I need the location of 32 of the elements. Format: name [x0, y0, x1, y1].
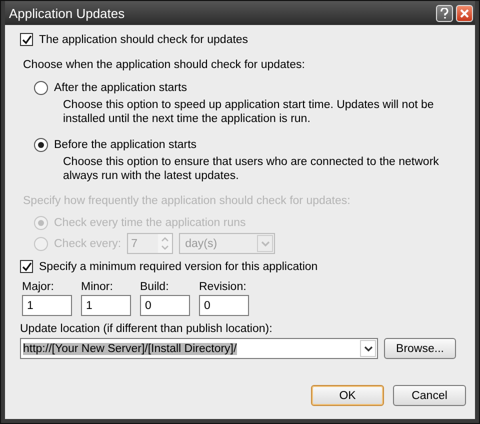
radio-label: Before the application starts: [54, 139, 197, 151]
input-field[interactable]: 0: [199, 295, 249, 316]
checkbox-label: Specify a minimum required version for this application: [39, 260, 318, 272]
browse-button[interactable]: Browse...: [384, 338, 456, 359]
checkbox-label: The application should check for updates: [39, 34, 248, 46]
help-icon[interactable]: [436, 4, 453, 22]
caret-icon: [364, 346, 372, 352]
field-label: Build:: [140, 281, 170, 293]
field-label: Minor:: [81, 281, 114, 293]
section-label: Specify how frequently the application should check for updates:: [23, 195, 350, 207]
input-field[interactable]: 1: [81, 295, 131, 316]
option-description: Choose this option to ensure that users who are connected to the network always run with the latest updates.: [63, 155, 440, 183]
section-label: Choose when the application should check for updates:: [23, 59, 305, 71]
radio-label: After the application starts: [54, 82, 187, 94]
location-combobox[interactable]: http://[Your New Server]/[Install Directory]/: [20, 338, 378, 359]
radio-button[interactable]: [34, 138, 48, 152]
radio-label: Check every time the application runs: [54, 217, 246, 229]
field-label: Revision:: [199, 281, 248, 293]
radio-label: Check every:: [54, 238, 122, 250]
field-label: Major:: [22, 281, 55, 293]
checkbox[interactable]: [20, 33, 33, 46]
window-title: Application Updates: [9, 6, 125, 20]
checkbox[interactable]: [20, 260, 33, 273]
input-field[interactable]: 0: [140, 295, 190, 316]
radio-button[interactable]: [34, 81, 48, 95]
option-description: Choose this option to speed up application start time. Updates will not be installed until the next time the application is run.: [63, 98, 435, 126]
close-icon[interactable]: [456, 4, 473, 22]
caret-icon: [260, 240, 270, 246]
input-field[interactable]: 1: [22, 295, 72, 316]
dialog-button[interactable]: Cancel: [393, 385, 466, 406]
field-label: Update location (if different than publish location):: [20, 323, 272, 335]
dialog-button[interactable]: OK: [311, 385, 384, 406]
